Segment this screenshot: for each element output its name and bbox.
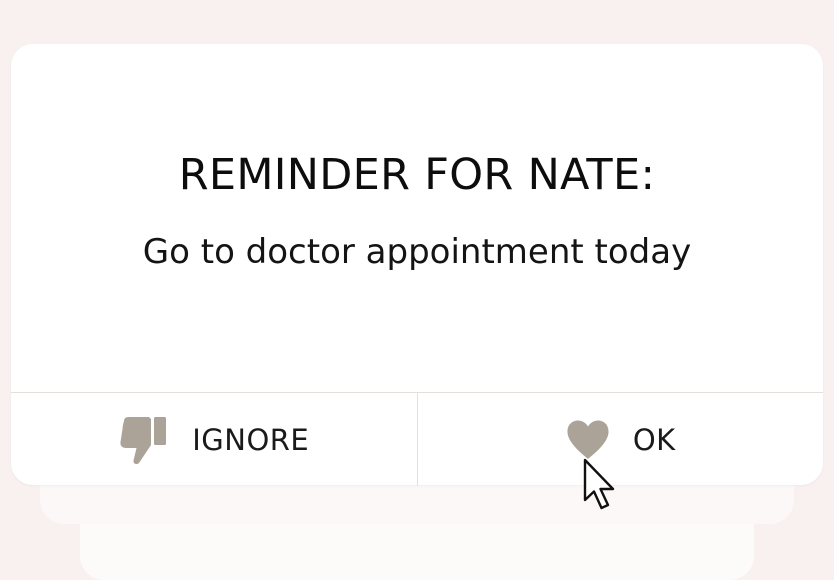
reminder-content: REMINDER FOR NATE: Go to doctor appointm…: [11, 44, 823, 392]
ignore-button[interactable]: IGNORE: [11, 393, 418, 486]
heart-icon: [565, 419, 611, 461]
reminder-message: Go to doctor appointment today: [142, 232, 692, 272]
reminder-dialog: REMINDER FOR NATE: Go to doctor appointm…: [11, 44, 823, 486]
ignore-label: IGNORE: [192, 422, 310, 457]
dialog-actions: IGNORE OK: [11, 392, 823, 486]
ok-label: OK: [632, 422, 676, 457]
thumbs-down-icon: [118, 415, 170, 465]
mouse-cursor-icon: [583, 458, 615, 510]
reminder-title: REMINDER FOR NATE:: [178, 150, 656, 200]
